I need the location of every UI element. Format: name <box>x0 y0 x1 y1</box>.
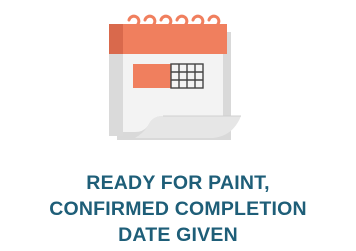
calendar-icon <box>105 12 251 146</box>
caption-line-3: DATE GIVEN <box>118 224 238 246</box>
caption-line-2: CONFIRMED COMPLETION <box>49 198 307 220</box>
caption: READY FOR PAINT, CONFIRMED COMPLETION DA… <box>0 170 356 248</box>
caption-line-1: READY FOR PAINT, <box>86 172 270 194</box>
